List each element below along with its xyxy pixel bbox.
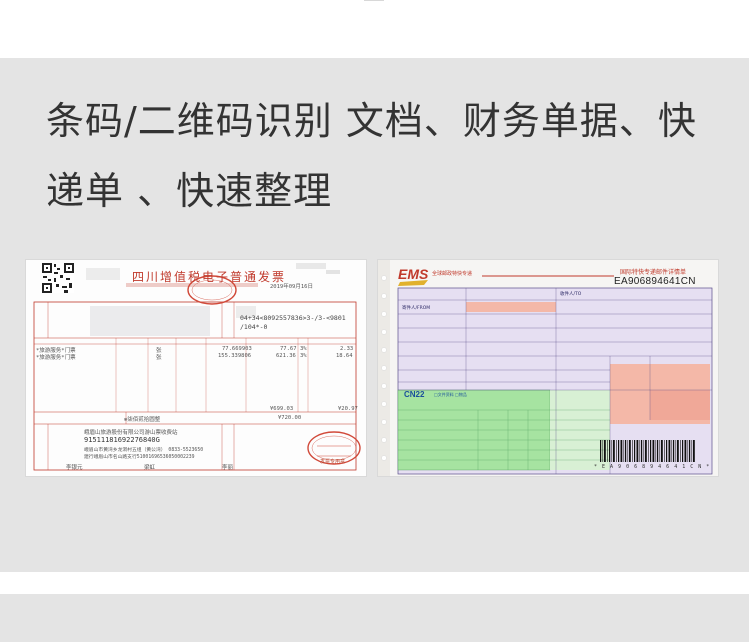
feature-headline: 条码/二维码识别 文档、财务单据、快 递单 、快速整理	[46, 86, 726, 226]
invoice-tax-2: 18.64	[336, 353, 353, 359]
ems-doc-type: □文件资料 □物品	[434, 392, 467, 397]
invoice-date: 2019年09月16日	[270, 284, 313, 290]
invoice-tax-id: 91511181692276840G	[84, 436, 160, 444]
invoice-tax-rate-1: 3%	[300, 346, 307, 352]
invoice-payee: 李银元	[66, 465, 83, 471]
invoice-bank: 建行峨眉山市名山路支行51001696536050002239	[84, 455, 195, 460]
invoice-drawer: 李丽	[222, 465, 234, 471]
invoice-image: 四川增值税电子普通发票 2019年09月16日 04+34<8092557836…	[26, 260, 366, 476]
headline-line2: 递单 、快速整理	[46, 169, 333, 213]
invoice-title: 四川增值税电子普通发票	[132, 270, 287, 284]
top-strip	[0, 0, 749, 37]
invoice-tax-total: ¥20.97	[338, 406, 358, 412]
ems-waybill-image: EMS 全球邮政特快专递 国际特快专递邮件详情单 EA906894641CN 寄…	[378, 260, 718, 476]
ems-brand: EMS	[398, 266, 429, 282]
invoice-total: ¥720.00	[278, 415, 302, 421]
ems-cn22: CN22	[404, 390, 425, 399]
next-section-panel	[0, 594, 749, 642]
ems-header: 国际特快专递邮件详情单	[620, 269, 687, 276]
ems-tracking-number: EA906894641CN	[614, 276, 696, 287]
ems-from-label: 寄件人/FROM	[402, 306, 431, 311]
divider	[364, 0, 384, 1]
ems-subtitle: 全球邮政特快专递	[432, 271, 473, 277]
invoice-seller: 峨眉山旅游股份有限公司游山票收费站	[84, 430, 178, 436]
invoice-cipher-2: /104*-0	[240, 323, 268, 331]
invoice-item-2: *旅游服务*门票	[36, 355, 76, 361]
invoice-price-1: 77.669903	[222, 346, 252, 352]
invoice-total-words: ⊗柒佰贰拾圆整	[124, 417, 161, 423]
next-section-heading-cropped	[238, 624, 257, 642]
invoice-cipher: 04+34<8092557836>3-/3-<9801	[240, 314, 346, 322]
ems-to-label: 收件人/TO	[560, 292, 582, 297]
qr-code-icon	[42, 263, 74, 293]
invoice-unit-2: 张	[156, 355, 162, 361]
invoice-tax-1: 2.33	[340, 346, 354, 352]
headline-line1: 条码/二维码识别 文档、财务单据、快	[46, 99, 697, 143]
ems-graphic	[378, 260, 713, 476]
invoice-price-2: 155.339806	[218, 353, 252, 359]
invoice-graphic	[33, 263, 361, 471]
invoice-stamp-text: 发票专用章	[320, 459, 346, 465]
invoice-subtotal: ¥699.03	[270, 406, 294, 412]
ems-barcode-label: * E A 9 0 6 8 9 4 6 4 1 C N *	[594, 464, 711, 470]
invoice-tax-rate-2: 3%	[300, 353, 307, 359]
invoice-address: 峨眉山市黄湾乡龙洞村五组（黄公湾） 0833-5523650	[84, 448, 204, 453]
invoice-reviewer: 梁虹	[144, 465, 156, 471]
invoice-amount-1: 77.67	[280, 346, 297, 352]
invoice-amount-2: 621.36	[276, 353, 296, 359]
